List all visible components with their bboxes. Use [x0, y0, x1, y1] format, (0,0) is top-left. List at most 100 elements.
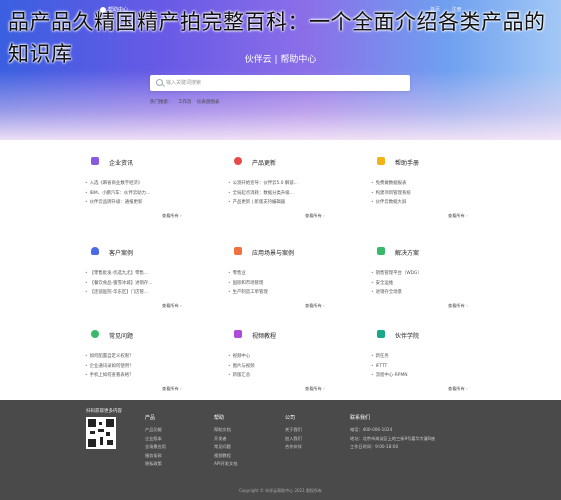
footer-column-company: 公司 关于我们 加入我们 合作伙伴: [285, 414, 302, 452]
hot-search-item[interactable]: 工作流: [178, 100, 192, 105]
card-title: 帮助手册: [395, 160, 420, 167]
list-item[interactable]: 免费做数据报表: [371, 179, 481, 189]
list-item[interactable]: IBM、小鹏汽车：伙伴云助力...: [85, 189, 195, 199]
card-header[interactable]: 伙伴学院: [371, 328, 481, 340]
view-all-link[interactable]: 查看所有: [448, 213, 468, 219]
list-item[interactable]: 入选《麻省商业数字经济》: [85, 179, 195, 189]
cap-icon: [377, 330, 385, 338]
list-item[interactable]: 企业通讯录如何使用？: [85, 362, 195, 372]
card-title: 产品更新: [252, 160, 277, 167]
footer-link[interactable]: 产品功能: [145, 426, 166, 435]
view-all-link[interactable]: 查看所有: [162, 386, 182, 392]
footer-column-contact: 联系我们 电话：400-006-1024 地址：北京市海淀区上地三街9号嘉华大厦…: [350, 414, 435, 452]
list-item[interactable]: 新版汇总: [228, 371, 338, 381]
list-item[interactable]: 视频中心: [228, 352, 338, 362]
footer-link[interactable]: 帮助文档: [214, 426, 237, 435]
list-item[interactable]: 流程中心-RPMN: [371, 371, 481, 381]
view-all-link[interactable]: 查看所有: [305, 386, 325, 392]
card-title: 常见问题: [109, 333, 134, 340]
hot-search-label: 热门搜索：: [150, 100, 173, 105]
list-item[interactable]: 安全运维: [371, 279, 481, 289]
footer-column-title: 联系我们: [350, 415, 371, 421]
footer-column-title: 帮助: [214, 415, 225, 421]
footer-column-help: 帮助 帮助文档 开发者 常见问题 视频教程 API开发文档: [214, 414, 237, 469]
list-item[interactable]: 新任务: [371, 352, 481, 362]
qr-code-icon: [86, 417, 116, 449]
list-item[interactable]: 零售业: [228, 269, 338, 279]
footer-link[interactable]: 服务条款: [145, 452, 166, 461]
news-icon: [91, 157, 99, 165]
list-item[interactable]: 全局起点消耗：数据分类升级...: [228, 189, 338, 199]
list-item[interactable]: 伙伴云品牌升级：通报更新: [85, 198, 195, 208]
card-header[interactable]: 产品更新: [228, 155, 338, 167]
footer-link[interactable]: 全场景应用: [145, 443, 166, 452]
card-header[interactable]: 帮助手册: [371, 155, 481, 167]
doc-icon: [377, 247, 385, 255]
footer-link[interactable]: 隐私政策: [145, 460, 166, 469]
rocket-icon: [234, 157, 242, 165]
search-input[interactable]: 输入关键词搜索: [150, 75, 410, 91]
search-placeholder: 输入关键词搜索: [166, 80, 202, 86]
list-item[interactable]: 【连锁医院-华东区】门店管...: [85, 288, 195, 298]
footer-link[interactable]: 视频教程: [214, 452, 237, 461]
copyright: Copyright © 伙伴云帮助中心 2021 版权所有: [239, 488, 322, 493]
footer-link[interactable]: API开发文档: [214, 460, 237, 469]
list-item[interactable]: 进销存全场景: [371, 288, 481, 298]
footer-link[interactable]: 常见问题: [214, 443, 237, 452]
footer-link[interactable]: 企业版本: [145, 435, 166, 444]
card-faq: 常见问题 如何配置自定义权限？企业通讯录如何使用？手机上如何查看表格？ 查看所有: [85, 328, 195, 408]
view-all-link[interactable]: 查看所有: [305, 213, 325, 219]
view-all-link[interactable]: 查看所有: [448, 303, 468, 309]
card-header[interactable]: 企业资讯: [85, 155, 195, 167]
card-header[interactable]: 应用场景与案例: [228, 245, 338, 257]
book-icon: [377, 157, 385, 165]
view-all-link[interactable]: 查看所有: [162, 213, 182, 219]
footer-column-title: 产品: [145, 415, 156, 421]
card-header[interactable]: 视频教程: [228, 328, 338, 340]
list-item[interactable]: IFTTT: [371, 362, 481, 372]
user-icon: [91, 247, 99, 255]
list-item[interactable]: 销售管理平台（WDG）: [371, 269, 481, 279]
card-header[interactable]: 常见问题: [85, 328, 195, 340]
view-all-link[interactable]: 查看所有: [448, 386, 468, 392]
list-item[interactable]: 手机上如何查看表格？: [85, 371, 195, 381]
list-item[interactable]: 如何配置自定义权限？: [85, 352, 195, 362]
list-item[interactable]: 【零售批发-优选九尤】零售...: [85, 269, 195, 279]
card-customer-cases: 客户案例 【零售批发-优选九尤】零售...【餐饮食品-蜜雪冰城】进销存...【连…: [85, 245, 195, 325]
list-item[interactable]: 图片与视频: [228, 362, 338, 372]
card-video-tutorials: 视频教程 视频中心图片与视频新版汇总 查看所有: [228, 328, 338, 408]
footer-link[interactable]: 合作伙伴: [285, 443, 302, 452]
list-item[interactable]: 伙伴云数据大屏: [371, 198, 481, 208]
card-title: 应用场景与案例: [252, 250, 295, 257]
contact-hours: 工作日时间：9:00-18:00: [350, 444, 399, 449]
hot-search-item[interactable]: 仪表盘图表: [197, 100, 220, 105]
card-title: 企业资讯: [109, 160, 134, 167]
card-enterprise-news: 企业资讯 入选《麻省商业数字经济》IBM、小鹏汽车：伙伴云助力...伙伴云品牌升…: [85, 155, 195, 235]
view-all-link[interactable]: 查看所有: [305, 303, 325, 309]
grid-icon: [234, 247, 242, 255]
list-item[interactable]: 产品更新 | 新版支持编辑器: [228, 198, 338, 208]
hot-search: 热门搜索： 工作流 仪表盘图表: [150, 99, 223, 105]
footer-column-product: 产品 产品功能 企业版本 全场景应用 服务条款 隐私政策: [145, 414, 166, 469]
list-item[interactable]: 国际和市场管理: [228, 279, 338, 289]
list-item[interactable]: 【餐饮食品-蜜雪冰城】进销存...: [85, 279, 195, 289]
footer-column-title: 公司: [285, 415, 296, 421]
question-icon: [91, 330, 99, 338]
footer-link[interactable]: 关于我们: [285, 426, 302, 435]
search-icon: [156, 79, 163, 86]
footer-link[interactable]: 加入我们: [285, 435, 302, 444]
view-all-link[interactable]: 查看所有: [162, 303, 182, 309]
list-item[interactable]: 构建项目管理系统: [371, 189, 481, 199]
card-scenarios: 应用场景与案例 零售业国际和市场管理生产制造工单管理 查看所有: [228, 245, 338, 325]
contact-address: 地址：北京市海淀区上地三街9号嘉华大厦B座: [350, 435, 436, 441]
footer-link[interactable]: 开发者: [214, 435, 237, 444]
footer: 扫码获取更多内容 产品 产品功能 企业版本 全场景应用 服务条款 隐私政策 帮助…: [0, 400, 561, 500]
card-title: 视频教程: [252, 333, 277, 340]
list-item[interactable]: 公测开始宣导：伙伴云5.0 解锁...: [228, 179, 338, 189]
card-partner-academy: 伙伴学院 新任务IFTTT流程中心-RPMN 查看所有: [371, 328, 481, 408]
card-help-manual: 帮助手册 免费做数据报表构建项目管理系统伙伴云数据大屏 查看所有: [371, 155, 481, 235]
list-item[interactable]: 生产制造工单管理: [228, 288, 338, 298]
card-header[interactable]: 客户案例: [85, 245, 195, 257]
card-header[interactable]: 解决方案: [371, 245, 481, 257]
card-title: 客户案例: [109, 250, 134, 257]
